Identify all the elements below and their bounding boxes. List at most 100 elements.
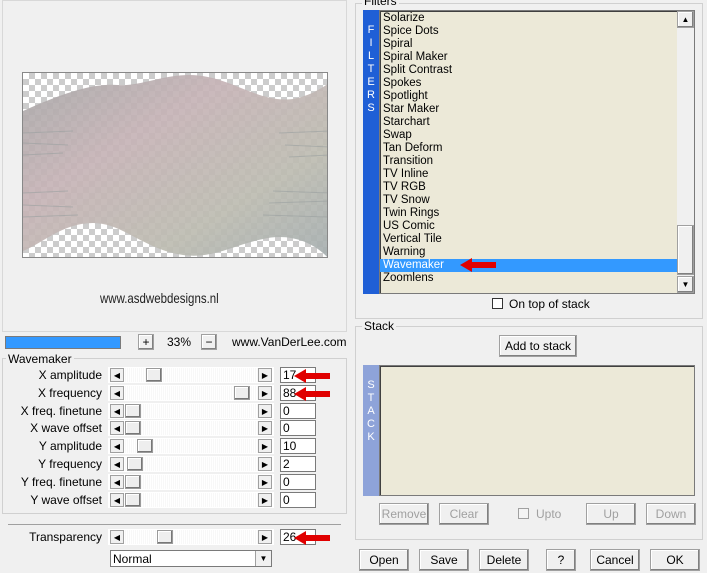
param-row: X freq. finetune ◀ ▶ 0 [0, 403, 340, 421]
filter-item[interactable]: TV RGB [380, 181, 678, 194]
param-value[interactable]: 10 [280, 438, 316, 454]
slider-left-arrow-icon[interactable]: ◀ [110, 475, 124, 489]
preview-image[interactable] [22, 72, 328, 258]
param-slider[interactable]: ◀ ▶ [108, 438, 274, 454]
on-top-checkbox[interactable] [492, 298, 503, 309]
slider-left-arrow-icon[interactable]: ◀ [110, 493, 124, 507]
ok-button[interactable]: OK [650, 549, 700, 571]
param-row: Y wave offset ◀ ▶ 0 [0, 492, 340, 510]
slider-right-arrow-icon[interactable]: ▶ [258, 386, 272, 400]
slider-thumb[interactable] [127, 457, 143, 471]
vertical-letter: A [367, 405, 375, 417]
slider-right-arrow-icon[interactable]: ▶ [258, 404, 272, 418]
param-slider[interactable]: ◀ ▶ [108, 403, 274, 419]
param-row: Y freq. finetune ◀ ▶ 0 [0, 474, 340, 492]
add-to-stack-button[interactable]: Add to stack [499, 335, 577, 357]
param-value[interactable]: 0 [280, 474, 316, 490]
slider-left-arrow-icon[interactable]: ◀ [110, 404, 124, 418]
filter-item[interactable]: Vertical Tile [380, 233, 678, 246]
filter-item[interactable]: Spokes [380, 77, 678, 90]
slider-left-arrow-icon[interactable]: ◀ [110, 386, 124, 400]
filter-item[interactable]: Solarize [380, 12, 678, 25]
filter-item[interactable]: Warning [380, 246, 678, 259]
save-button[interactable]: Save [419, 549, 469, 571]
slider-right-arrow-icon[interactable]: ▶ [258, 530, 272, 544]
scroll-up-arrow-icon[interactable]: ▲ [677, 11, 694, 28]
filter-item[interactable]: Tan Deform [380, 142, 678, 155]
scroll-thumb[interactable] [677, 225, 694, 275]
upto-checkbox[interactable] [518, 508, 529, 519]
filter-item[interactable]: Twin Rings [380, 207, 678, 220]
dropdown-arrow-icon[interactable]: ▼ [255, 551, 271, 566]
filter-item[interactable]: TV Inline [380, 168, 678, 181]
slider-track[interactable] [125, 475, 265, 489]
slider-thumb[interactable] [137, 439, 153, 453]
slider-thumb[interactable] [125, 404, 141, 418]
delete-button[interactable]: Delete [479, 549, 529, 571]
slider-thumb[interactable] [125, 421, 141, 435]
down-button[interactable]: Down [646, 503, 696, 525]
filter-item[interactable]: Swap [380, 129, 678, 142]
filter-item[interactable]: TV Snow [380, 194, 678, 207]
open-button[interactable]: Open [359, 549, 409, 571]
filter-item[interactable]: Spotlight [380, 90, 678, 103]
slider-thumb[interactable] [125, 493, 141, 507]
param-slider[interactable]: ◀ ▶ [108, 474, 274, 490]
param-label: X wave offset [30, 421, 102, 435]
filter-item[interactable]: US Comic [380, 220, 678, 233]
vanderlee-link[interactable]: www.VanDerLee.com [232, 335, 347, 349]
filter-item[interactable]: Wavemaker [380, 259, 678, 272]
stack-list[interactable] [379, 365, 695, 496]
transparency-label: Transparency [29, 530, 102, 544]
slider-track[interactable] [125, 457, 265, 471]
slider-right-arrow-icon[interactable]: ▶ [258, 493, 272, 507]
transparency-slider[interactable]: ◀ ▶ [108, 529, 274, 545]
filter-item[interactable]: Transition [380, 155, 678, 168]
cancel-button[interactable]: Cancel [590, 549, 640, 571]
slider-right-arrow-icon[interactable]: ▶ [258, 368, 272, 382]
param-value[interactable]: 0 [280, 420, 316, 436]
param-slider[interactable]: ◀ ▶ [108, 367, 274, 383]
up-button[interactable]: Up [586, 503, 636, 525]
filter-item[interactable]: Spice Dots [380, 25, 678, 38]
slider-right-arrow-icon[interactable]: ▶ [258, 457, 272, 471]
slider-left-arrow-icon[interactable]: ◀ [110, 530, 124, 544]
slider-left-arrow-icon[interactable]: ◀ [110, 439, 124, 453]
filter-list[interactable]: Solarize Spice Dots Spiral Spiral Maker Spli… [379, 10, 695, 294]
clear-button[interactable]: Clear [439, 503, 489, 525]
filter-item[interactable]: Spiral Maker [380, 51, 678, 64]
param-slider[interactable]: ◀ ▶ [108, 456, 274, 472]
slider-track[interactable] [125, 421, 265, 435]
slider-right-arrow-icon[interactable]: ▶ [258, 475, 272, 489]
slider-track[interactable] [125, 404, 265, 418]
slider-left-arrow-icon[interactable]: ◀ [110, 457, 124, 471]
param-value[interactable]: 0 [280, 403, 316, 419]
remove-button[interactable]: Remove [379, 503, 429, 525]
slider-thumb[interactable] [146, 368, 162, 382]
filter-item[interactable]: Spiral [380, 38, 678, 51]
scrollbar[interactable]: ▲ ▼ [677, 11, 694, 293]
slider-thumb[interactable] [157, 530, 173, 544]
param-slider[interactable]: ◀ ▶ [108, 420, 274, 436]
filter-item[interactable]: Star Maker [380, 103, 678, 116]
zoom-out-button[interactable]: − [201, 334, 217, 350]
slider-track[interactable] [125, 493, 265, 507]
slider-thumb[interactable] [125, 475, 141, 489]
blend-mode-select[interactable]: Normal ▼ [110, 550, 272, 567]
slider-right-arrow-icon[interactable]: ▶ [258, 421, 272, 435]
slider-left-arrow-icon[interactable]: ◀ [110, 368, 124, 382]
slider-track[interactable] [125, 530, 265, 544]
slider-left-arrow-icon[interactable]: ◀ [110, 421, 124, 435]
slider-right-arrow-icon[interactable]: ▶ [258, 439, 272, 453]
filter-item[interactable]: Starchart [380, 116, 678, 129]
slider-thumb[interactable] [234, 386, 250, 400]
param-slider[interactable]: ◀ ▶ [108, 385, 274, 401]
scroll-down-arrow-icon[interactable]: ▼ [677, 276, 694, 293]
zoom-in-button[interactable]: + [138, 334, 154, 350]
filter-item[interactable]: Zoomlens [380, 272, 678, 285]
param-slider[interactable]: ◀ ▶ [108, 492, 274, 508]
param-value[interactable]: 0 [280, 492, 316, 508]
filter-item[interactable]: Split Contrast [380, 64, 678, 77]
param-value[interactable]: 2 [280, 456, 316, 472]
help-button[interactable]: ? [546, 549, 576, 571]
